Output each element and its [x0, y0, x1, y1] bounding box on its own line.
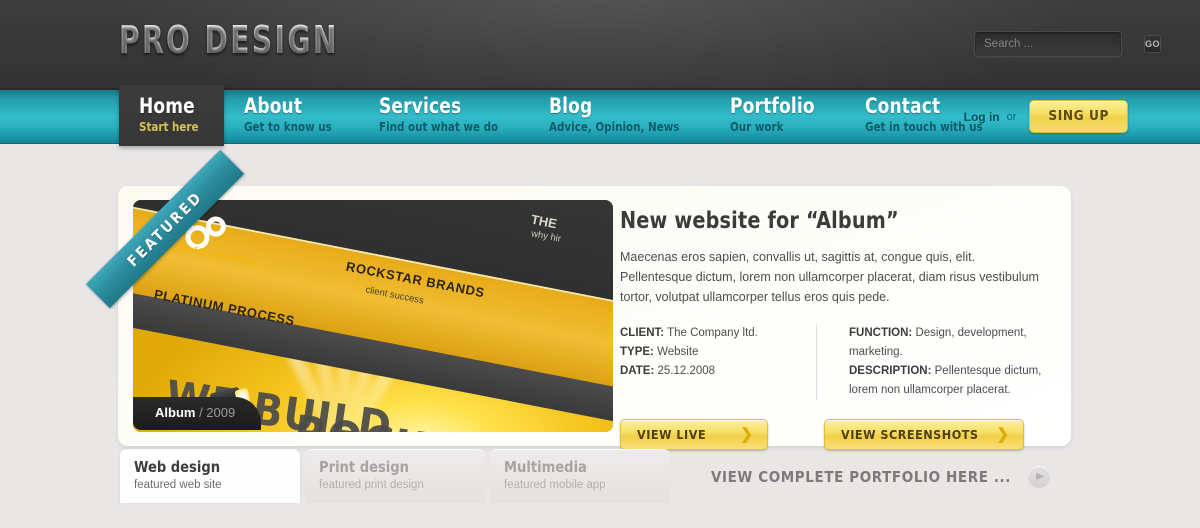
nav-item-list: Home Start here About Get to know us Ser…: [119, 85, 1012, 146]
nav-item-services[interactable]: Services Find out what we do: [359, 85, 529, 146]
chevron-right-icon: ❯: [996, 426, 1010, 443]
auth-separator-label: or: [1006, 110, 1017, 123]
tab-web-design[interactable]: Web design featured web site: [120, 449, 300, 503]
nav-item-label: Portfolio: [730, 94, 816, 118]
nav-item-sublabel: Our work: [730, 119, 784, 134]
nav-item-label: Blog: [548, 94, 592, 118]
meta-key: CLIENT:: [620, 327, 665, 339]
meta-key: FUNCTION:: [849, 327, 913, 339]
play-arrow-icon[interactable]: ▶: [1028, 466, 1050, 488]
meta-row: TYPE: Website: [620, 343, 816, 362]
meta-row: DATE: 25.12.2008: [620, 362, 816, 381]
tab-print-design[interactable]: Print design featured print design: [305, 449, 485, 503]
meta-row: DESCRIPTION: Pellentesque dictum, lorem …: [849, 362, 1044, 400]
meta-row: CLIENT: The Company ltd.: [620, 324, 816, 343]
tab-subtitle: featured print design: [319, 479, 424, 491]
auth-area: Log in or SING UP: [964, 100, 1128, 133]
category-tabs: Web design featured web site Print desig…: [120, 449, 670, 503]
meta-value: 25.12.2008: [657, 365, 716, 377]
nav-item-label: Services: [379, 94, 462, 118]
tab-multimedia[interactable]: Multimedia featured mobile app: [490, 449, 670, 503]
spotlight-icon: [203, 386, 255, 426]
nav-item-portfolio[interactable]: Portfolio Our work: [710, 85, 844, 146]
nav-item-label: Contact: [864, 94, 940, 118]
view-live-label: VIEW LIVE: [637, 427, 707, 442]
project-details: New website for “Album” Maecenas eros sa…: [620, 208, 1055, 450]
project-actions: VIEW LIVE ❯ VIEW SCREENSHOTS ❯: [620, 419, 1055, 450]
nav-item-sublabel: Get to know us: [243, 119, 332, 134]
nav-item-label: Home: [139, 94, 195, 118]
view-screenshots-label: VIEW SCREENSHOTS: [841, 427, 979, 442]
nav-item-sublabel: Find out what we do: [379, 119, 499, 134]
tab-subtitle: featured mobile app: [504, 479, 606, 491]
search-box[interactable]: GO: [974, 31, 1162, 57]
tab-title: Web design: [134, 458, 221, 476]
nav-item-label: About: [243, 94, 302, 118]
meta-key: DATE:: [620, 365, 655, 377]
meta-value: The Company ltd.: [667, 327, 758, 339]
project-title: New website for “Album”: [620, 208, 899, 234]
nav-item-sublabel: Start here: [139, 119, 199, 134]
project-description: Maecenas eros sapien, convallis ut, sagi…: [620, 250, 1039, 304]
nav-item-home[interactable]: Home Start here: [119, 85, 224, 146]
view-complete-portfolio-link[interactable]: VIEW COMPLETE PORTFOLIO HERE ... ▶: [711, 466, 1050, 488]
project-meta-left-column: CLIENT: The Company ltd. TYPE: Website D…: [620, 324, 816, 400]
chevron-right-icon: ❯: [740, 426, 753, 443]
nav-item-blog[interactable]: Blog Advice, Opinion, News: [529, 85, 711, 146]
search-input[interactable]: [975, 38, 1144, 50]
tab-subtitle: featured web site: [134, 479, 222, 491]
view-screenshots-button[interactable]: VIEW SCREENSHOTS ❯: [824, 419, 1025, 450]
meta-row: FUNCTION: Design, development, marketing…: [849, 324, 1044, 362]
featured-project-image[interactable]: WE BUILD ROCKSTAR hi-fidelity marketing.…: [133, 200, 613, 432]
view-complete-portfolio-label: VIEW COMPLETE PORTFOLIO HERE ...: [710, 468, 1011, 486]
meta-key: TYPE:: [620, 346, 654, 358]
signup-button[interactable]: SING UP: [1029, 100, 1128, 133]
site-header: PRO DESIGN GO: [0, 0, 1200, 88]
tab-title: Multimedia: [504, 458, 587, 476]
view-live-button[interactable]: VIEW LIVE ❯: [620, 419, 768, 450]
meta-value: Website: [657, 346, 699, 358]
tab-title: Print design: [319, 458, 410, 476]
meta-key: DESCRIPTION:: [849, 365, 932, 377]
featured-project-panel: WE BUILD ROCKSTAR hi-fidelity marketing.…: [85, 149, 1071, 450]
nav-item-sublabel: Advice, Opinion, News: [548, 119, 680, 134]
search-go-button[interactable]: GO: [1144, 35, 1162, 53]
site-logo[interactable]: PRO DESIGN: [119, 18, 339, 62]
project-meta: CLIENT: The Company ltd. TYPE: Website D…: [620, 324, 1044, 400]
nav-item-about[interactable]: About Get to know us: [224, 85, 359, 146]
login-link[interactable]: Log in: [964, 110, 1000, 124]
project-meta-right-column: FUNCTION: Design, development, marketing…: [816, 324, 1044, 400]
